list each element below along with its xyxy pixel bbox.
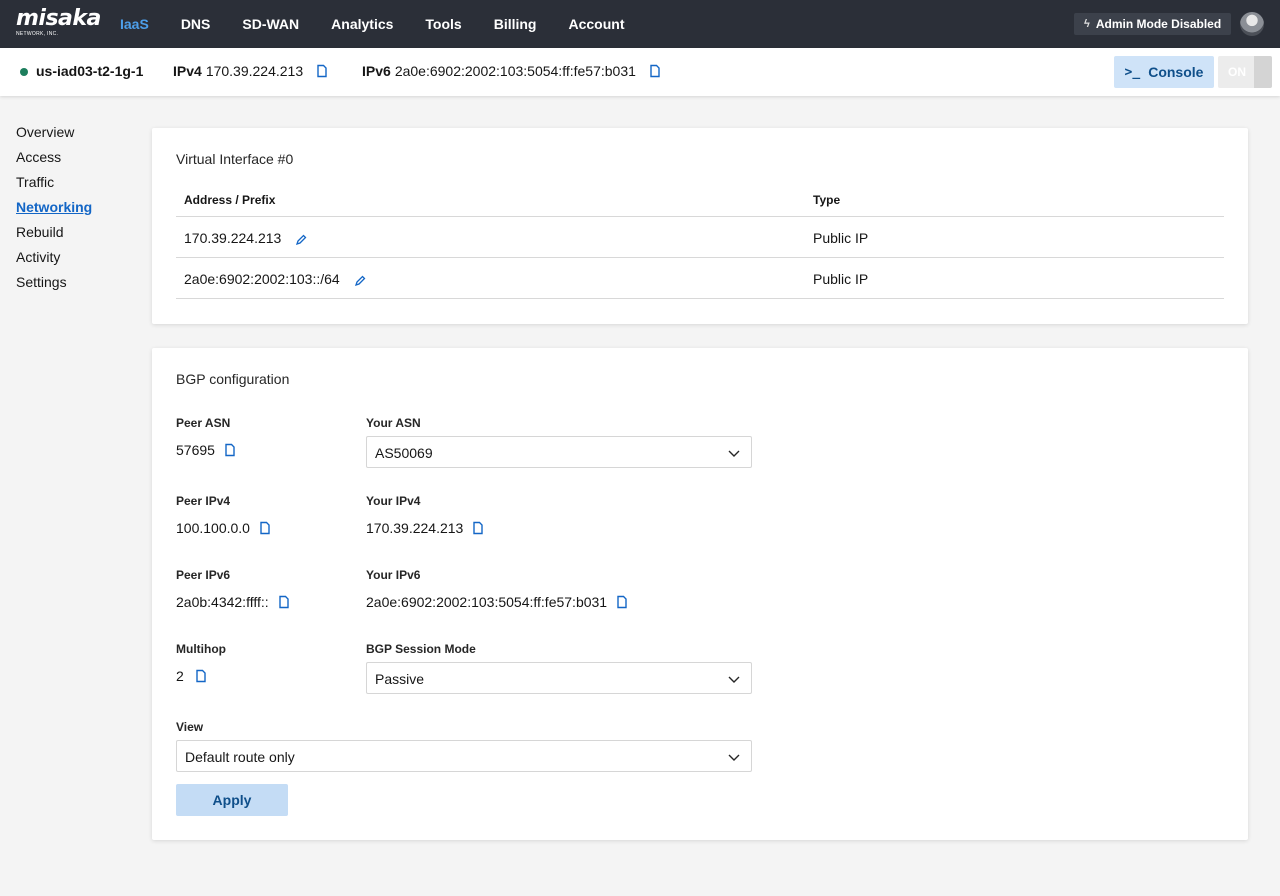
ipv6-label: IPv6 bbox=[362, 63, 391, 79]
your-asn-label: Your ASN bbox=[366, 416, 421, 430]
peer-ipv4-field: 100.100.0.0 bbox=[176, 520, 272, 536]
virtual-interface-card: Virtual Interface #0 Address / Prefix Ty… bbox=[152, 128, 1248, 324]
power-state-label: ON bbox=[1228, 65, 1246, 79]
view-value: Default route only bbox=[185, 749, 295, 765]
nav-item-iaas[interactable]: IaaS bbox=[104, 0, 165, 48]
view-select[interactable]: Default route only bbox=[176, 740, 752, 772]
session-mode-value: Passive bbox=[375, 671, 425, 687]
bgp-config-title: BGP configuration bbox=[176, 371, 290, 387]
nav-item-dns[interactable]: DNS bbox=[165, 0, 227, 48]
view-label: View bbox=[176, 720, 204, 734]
copy-icon[interactable] bbox=[194, 669, 208, 683]
instance-name: us-iad03-t2-1g-1 bbox=[36, 63, 144, 79]
peer-ipv6-field: 2a0b:4342:ffff:: bbox=[176, 594, 291, 610]
multihop-value: 2 bbox=[176, 668, 184, 684]
chevron-down-icon bbox=[727, 750, 741, 764]
sidebar: Overview Access Traffic Networking Rebui… bbox=[16, 122, 92, 297]
peer-asn-value: 57695 bbox=[176, 442, 215, 458]
sidebar-item-networking[interactable]: Networking bbox=[16, 197, 92, 222]
pencil-icon[interactable] bbox=[354, 274, 366, 287]
nav-item-tools[interactable]: Tools bbox=[409, 0, 477, 48]
brand-subtitle: NETWORK, INC. bbox=[16, 31, 59, 37]
multihop-field: 2 bbox=[176, 668, 208, 684]
ipv6-value: 2a0e:6902:2002:103:5054:ff:fe57:b031 bbox=[394, 63, 636, 79]
copy-icon[interactable] bbox=[471, 521, 485, 535]
peer-ipv4-value: 100.100.0.0 bbox=[176, 520, 250, 536]
copy-icon[interactable] bbox=[258, 521, 272, 535]
brand-name: misaka bbox=[16, 6, 101, 31]
terminal-icon: >_ bbox=[1124, 64, 1141, 80]
nav-item-account[interactable]: Account bbox=[552, 0, 640, 48]
admin-mode-label: Admin Mode Disabled bbox=[1095, 17, 1222, 31]
peer-asn-field: 57695 bbox=[176, 442, 237, 458]
address-cell: 2a0e:6902:2002:103::/64 bbox=[184, 271, 366, 287]
session-mode-label: BGP Session Mode bbox=[366, 642, 476, 656]
sidebar-item-traffic[interactable]: Traffic bbox=[16, 172, 92, 197]
column-header-address: Address / Prefix bbox=[184, 193, 276, 207]
ipv4-value: 170.39.224.213 bbox=[205, 63, 304, 79]
instance-header: us-iad03-t2-1g-1 IPv4 170.39.224.213 IPv… bbox=[0, 48, 1280, 96]
copy-icon[interactable] bbox=[315, 64, 329, 78]
multihop-label: Multihop bbox=[176, 642, 226, 656]
peer-ipv4-label: Peer IPv4 bbox=[176, 494, 231, 508]
interface-table: Address / Prefix Type 170.39.224.213 Pub… bbox=[176, 184, 1224, 299]
peer-ipv6-label: Peer IPv6 bbox=[176, 568, 231, 582]
apply-button[interactable]: Apply bbox=[176, 784, 288, 816]
column-header-type: Type bbox=[813, 193, 841, 207]
user-avatar[interactable] bbox=[1240, 12, 1264, 36]
copy-icon[interactable] bbox=[223, 443, 237, 457]
copy-icon[interactable] bbox=[615, 595, 629, 609]
console-button[interactable]: >_ Console bbox=[1114, 56, 1214, 88]
copy-icon[interactable] bbox=[648, 64, 662, 78]
sidebar-item-rebuild[interactable]: Rebuild bbox=[16, 222, 92, 247]
status-dot-icon bbox=[20, 68, 28, 76]
sidebar-item-access[interactable]: Access bbox=[16, 147, 92, 172]
lightning-icon: ϟ bbox=[1084, 18, 1090, 30]
ipv4-label: IPv4 bbox=[173, 63, 202, 79]
session-mode-select[interactable]: Passive bbox=[366, 662, 752, 694]
your-ipv4-value: 170.39.224.213 bbox=[366, 520, 464, 536]
address-cell: 170.39.224.213 bbox=[184, 230, 307, 246]
instance-ipv4: IPv4 170.39.224.213 bbox=[173, 63, 329, 79]
your-asn-value: AS50069 bbox=[375, 445, 433, 461]
nav-item-analytics[interactable]: Analytics bbox=[315, 0, 409, 48]
nav-item-billing[interactable]: Billing bbox=[478, 0, 553, 48]
your-asn-select[interactable]: AS50069 bbox=[366, 436, 752, 468]
sidebar-item-activity[interactable]: Activity bbox=[16, 247, 92, 272]
chevron-down-icon bbox=[727, 672, 741, 686]
type-cell: Public IP bbox=[813, 230, 869, 246]
address-value: 2a0e:6902:2002:103::/64 bbox=[184, 271, 340, 287]
power-toggle[interactable]: ON bbox=[1218, 56, 1272, 88]
your-ipv6-value: 2a0e:6902:2002:103:5054:ff:fe57:b031 bbox=[366, 594, 608, 610]
pencil-icon[interactable] bbox=[295, 233, 307, 246]
nav-item-sd-wan[interactable]: SD-WAN bbox=[226, 0, 315, 48]
console-label: Console bbox=[1148, 64, 1204, 80]
virtual-interface-title: Virtual Interface #0 bbox=[176, 151, 294, 167]
peer-asn-label: Peer ASN bbox=[176, 416, 231, 430]
table-header: Address / Prefix Type bbox=[176, 184, 1224, 217]
top-nav: misaka NETWORK, INC. IaaS DNS SD-WAN Ana… bbox=[0, 0, 1280, 48]
bgp-config-card: BGP configuration Peer ASN 57695 Your AS… bbox=[152, 348, 1248, 840]
copy-icon[interactable] bbox=[277, 595, 291, 609]
main-nav: IaaS DNS SD-WAN Analytics Tools Billing … bbox=[104, 0, 640, 48]
your-ipv4-field: 170.39.224.213 bbox=[366, 520, 485, 536]
table-row: 170.39.224.213 Public IP bbox=[176, 217, 1224, 258]
sidebar-item-overview[interactable]: Overview bbox=[16, 122, 92, 147]
admin-mode-toggle[interactable]: ϟ Admin Mode Disabled bbox=[1074, 13, 1232, 35]
your-ipv4-label: Your IPv4 bbox=[366, 494, 421, 508]
peer-ipv6-value: 2a0b:4342:ffff:: bbox=[176, 594, 269, 610]
your-ipv6-field: 2a0e:6902:2002:103:5054:ff:fe57:b031 bbox=[366, 594, 629, 610]
sidebar-item-settings[interactable]: Settings bbox=[16, 272, 92, 297]
instance-ipv6: IPv6 2a0e:6902:2002:103:5054:ff:fe57:b03… bbox=[362, 63, 662, 79]
type-cell: Public IP bbox=[813, 271, 869, 287]
address-value: 170.39.224.213 bbox=[184, 230, 282, 246]
your-ipv6-label: Your IPv6 bbox=[366, 568, 421, 582]
toggle-knob bbox=[1254, 56, 1272, 88]
brand-logo[interactable]: misaka NETWORK, INC. bbox=[16, 6, 101, 40]
chevron-down-icon bbox=[727, 446, 741, 460]
table-row: 2a0e:6902:2002:103::/64 Public IP bbox=[176, 258, 1224, 299]
